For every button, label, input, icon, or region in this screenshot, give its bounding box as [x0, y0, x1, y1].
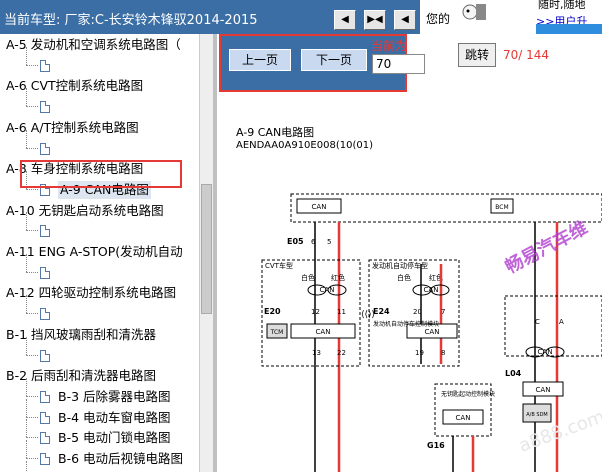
cvt-white-label: 白色 [301, 273, 315, 282]
tcm-label: TCM [270, 329, 284, 336]
tree-doc-item[interactable]: B-3 后除雾器电路图 [58, 388, 171, 406]
tree-connector-line [26, 129, 27, 148]
right-can-twist-label: CAN [538, 348, 553, 356]
tree-connector-line [26, 416, 38, 418]
document-icon[interactable] [40, 59, 50, 72]
pin-12-label: 12 [311, 308, 320, 316]
document-icon[interactable] [40, 390, 50, 403]
tree-connector-line [26, 230, 38, 232]
tree-connector-line [26, 437, 38, 439]
cvt-type-label: CVT车型 [265, 261, 293, 270]
tree-connector-line [26, 212, 27, 231]
auto-stop-module-label: 发动机自动停车控制模块 [373, 320, 439, 328]
tree-folder-item[interactable]: A-12 四轮驱动控制系统电路图 [6, 284, 176, 302]
tree-connector-line [26, 64, 38, 66]
abs-can-label: CAN [536, 386, 551, 394]
tree-doc-item[interactable]: B-5 电动门锁电路图 [58, 429, 171, 447]
auto-stop-type-label: 发动机自动停车型 [372, 261, 428, 270]
document-icon[interactable] [40, 101, 50, 114]
auto-can-twist-label: CAN [424, 286, 439, 294]
tree-connector-line [26, 398, 27, 417]
tree-connector-line [26, 106, 38, 108]
tree-connector-line [26, 88, 27, 107]
scrollbar-thumb[interactable] [201, 184, 212, 314]
document-icon[interactable] [40, 142, 50, 155]
selection-highlight-box [20, 160, 182, 188]
pin-a-label: A [559, 318, 564, 326]
pin-20-label: 20 [413, 308, 422, 316]
tree-connector-line [26, 313, 38, 315]
tree-connector-line [26, 188, 38, 190]
keyless-module-label: 无钥匙起动控制模块 [441, 390, 495, 398]
sidebar-tree: A-5 发动机和空调系统电路图（ A-6 CVT控制系统电路图 A-6 A/T控制系… [0, 34, 213, 472]
l04-label: L04 [505, 369, 522, 378]
top-fragment-text: 随时,随地 [538, 0, 586, 11]
document-icon[interactable] [40, 453, 50, 465]
top-can-label: CAN [312, 203, 327, 211]
tree-connector-line [26, 253, 27, 272]
keyless-can-label: CAN [456, 414, 471, 422]
tree-doc-item[interactable]: B-4 电动车窗电路图 [58, 409, 171, 427]
tree-connector-line [26, 271, 38, 273]
tree-connector-line [26, 440, 27, 458]
tree-folder-item[interactable]: B-2 后雨刮和清洗器电路图 [6, 367, 156, 385]
sdm-label: A/B SDM [526, 412, 547, 418]
bcm-label: BCM [495, 204, 508, 211]
e05-label: E05 [287, 237, 304, 246]
tcm-can-label: CAN [316, 328, 331, 336]
document-icon[interactable] [40, 225, 50, 238]
pin-11-label: 11 [337, 308, 346, 316]
tree-connector-line [26, 336, 27, 355]
pin-7-label: 7 [441, 308, 445, 316]
tree-folder-item[interactable]: B-1 挡风玻璃雨刮和清洗器 [6, 326, 156, 344]
document-icon[interactable] [40, 308, 50, 321]
pin-19-label: 19 [415, 349, 424, 357]
tree-folder-item[interactable]: A-11 ENG A-STOP(发动机自动 [6, 243, 183, 261]
tree-connector-line [26, 460, 27, 472]
tree-connector-line [26, 377, 27, 396]
tree-connector-line [26, 458, 38, 459]
pin-13-label: 13 [312, 349, 321, 357]
nav-split-button[interactable]: ▶◀ [364, 10, 386, 30]
cvt-red-label: 红色 [331, 273, 345, 282]
tree-folder-item[interactable]: A-10 无钥匙启动系统电路图 [6, 202, 164, 220]
pin-8-label: 8 [441, 349, 445, 357]
nav-back-button[interactable]: ◀ [334, 10, 356, 30]
nav-prev-button[interactable]: ◀ [394, 10, 416, 30]
g16-label: G16 [427, 441, 445, 450]
e24-label: E24 [373, 307, 390, 316]
tree-connector-line [26, 46, 27, 65]
pin-5-label: 5 [327, 238, 331, 246]
tree-connector-line [26, 295, 27, 314]
auto-stop-can-label: CAN [425, 328, 440, 336]
top-ad-area: 您的 随时,随地 >>用户升 [420, 0, 602, 34]
current-vehicle-title: 当前车型: 厂家:C-长安铃木锋驭2014-2015 [4, 13, 258, 28]
document-icon[interactable] [40, 411, 50, 424]
pin-c-label: C [535, 318, 540, 326]
diagram-viewer: 上一页 下一页 当前为 70 跳转 70/ 144 A-9 CAN电路图 AEN… [217, 34, 602, 472]
document-icon[interactable] [40, 349, 50, 362]
promo-banner[interactable] [536, 24, 602, 34]
document-icon[interactable] [40, 432, 50, 445]
tree-connector-line [26, 395, 38, 397]
mascot-icon [462, 4, 486, 20]
tree-folder-item[interactable]: A-5 发动机和空调系统电路图（ [6, 36, 181, 54]
tree-doc-item[interactable]: B-6 电动后视镜电路图 [58, 450, 183, 468]
pin-22-label: 22 [337, 349, 346, 357]
document-icon[interactable] [40, 266, 50, 279]
e20-label: E20 [264, 307, 281, 316]
sidebar-scrollbar[interactable] [199, 34, 213, 472]
cvt-can-twist-label: CAN [320, 286, 335, 294]
tree-connector-line [26, 354, 38, 356]
top-note-text: 您的 [426, 12, 451, 26]
tree-connector-line [26, 419, 27, 438]
tree-connector-line [26, 147, 38, 149]
auto-stop-white-label: 白色 [397, 273, 411, 282]
